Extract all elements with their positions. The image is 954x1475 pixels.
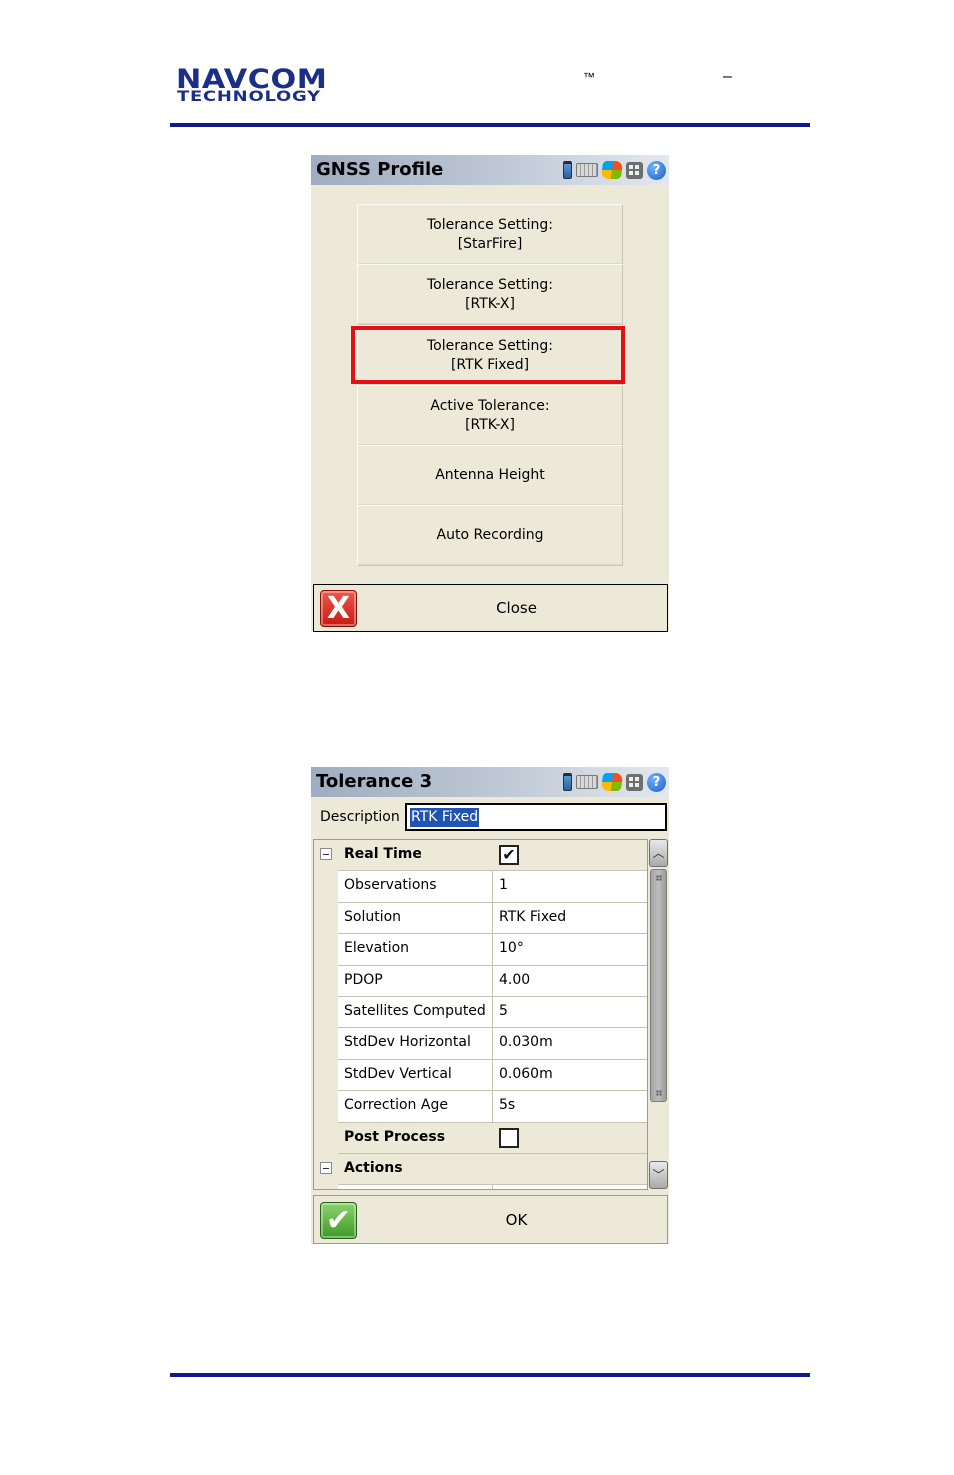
button-label: Antenna Height	[435, 467, 545, 483]
button-label-line2: [RTK-X]	[465, 416, 515, 433]
table-row[interactable]: StdDev Horizontal 0.030m	[338, 1028, 647, 1060]
column-divider	[492, 1028, 493, 1059]
keyboard-icon[interactable]	[576, 775, 598, 789]
keyboard-icon[interactable]	[576, 163, 598, 177]
group-label: Real Time	[344, 846, 422, 862]
collapse-actions-icon[interactable]	[320, 1162, 332, 1174]
group-real-time: Real Time ✔	[338, 840, 647, 872]
active-tolerance-button[interactable]: Active Tolerance: [RTK-X]	[357, 385, 623, 446]
title-bar: GNSS Profile ?	[311, 155, 669, 185]
column-divider	[492, 997, 493, 1028]
property-value[interactable]: 4.00	[499, 972, 530, 988]
help-icon[interactable]: ?	[647, 160, 666, 180]
property-grid: Real Time ✔ Observations 1 Solution RTK …	[313, 839, 648, 1190]
button-label-line2: [RTK-X]	[465, 295, 515, 312]
property-value[interactable]: 0.030m	[499, 1034, 553, 1050]
tolerance-setting-rtk-x-button[interactable]: Tolerance Setting: [RTK-X]	[357, 264, 623, 325]
collapse-real-time-icon[interactable]	[320, 848, 332, 860]
header-rule	[170, 123, 810, 127]
property-name: StdDev Horizontal	[344, 1034, 471, 1051]
grip-icon	[656, 1090, 662, 1096]
column-divider	[492, 965, 493, 996]
footer-rule	[170, 1373, 810, 1377]
column-divider	[492, 1091, 493, 1122]
window-title: GNSS Profile	[316, 159, 444, 180]
property-value[interactable]: 5s	[499, 1097, 515, 1113]
post-process-checkbox[interactable]	[499, 1127, 519, 1148]
ok-button[interactable]: ✔ OK	[313, 1195, 668, 1244]
property-value[interactable]: RTK Fixed	[499, 909, 566, 925]
property-value[interactable]: 5	[499, 1003, 508, 1019]
column-divider	[492, 1059, 493, 1091]
table-row[interactable]	[338, 1185, 647, 1189]
property-name: Solution	[344, 908, 402, 925]
tolerance-window: Tolerance 3 ? Description RTK Fixed Real…	[311, 767, 669, 1244]
property-value[interactable]: 10°	[499, 940, 524, 956]
scroll-up-icon[interactable]: ︿	[649, 839, 668, 867]
property-name: Observations	[344, 877, 437, 894]
button-label-line2: [StarFire]	[457, 235, 523, 252]
ok-label: OK	[505, 1211, 528, 1229]
button-label: Auto Recording	[436, 527, 544, 543]
property-name: Correction Age	[344, 1097, 448, 1114]
button-label-line1: Tolerance Setting:	[426, 216, 554, 233]
table-row[interactable]: Elevation 10°	[338, 934, 647, 966]
window-title: Tolerance 3	[316, 771, 433, 792]
windows-start-icon[interactable]	[600, 161, 624, 179]
close-label: Close	[496, 599, 537, 617]
gnss-profile-window: GNSS Profile ? Tolerance Setting: [StarF…	[311, 155, 669, 632]
vertical-scrollbar[interactable]: ︿ ﹀	[649, 839, 668, 1190]
system-tray: ?	[563, 160, 666, 180]
description-label: Description	[320, 809, 400, 825]
group-actions: Actions	[338, 1154, 647, 1186]
property-value[interactable]: 1	[499, 877, 508, 893]
property-name: PDOP	[344, 971, 383, 988]
auto-recording-button[interactable]: Auto Recording	[357, 505, 623, 566]
column-divider	[492, 902, 493, 934]
property-name: Satellites Computed	[344, 1003, 486, 1019]
system-tray: ?	[563, 772, 666, 792]
scroll-down-icon[interactable]: ﹀	[649, 1161, 668, 1189]
group-post-process: Post Process	[338, 1122, 647, 1154]
column-divider	[492, 1185, 493, 1189]
navcom-logo: NAVCOM TECHNOLOGY	[176, 66, 362, 105]
apps-icon[interactable]	[626, 161, 643, 179]
button-label-line1: Tolerance Setting:	[426, 276, 554, 293]
battery-icon[interactable]	[563, 773, 572, 791]
close-button[interactable]: X Close	[313, 584, 668, 632]
property-value[interactable]: 0.060m	[499, 1066, 553, 1082]
button-label-line1: Active Tolerance:	[430, 397, 550, 414]
windows-start-icon[interactable]	[600, 773, 624, 791]
apps-icon[interactable]	[626, 773, 643, 791]
table-row[interactable]: Correction Age 5s	[338, 1091, 647, 1123]
antenna-height-button[interactable]: Antenna Height	[357, 445, 623, 506]
logo-subtitle: TECHNOLOGY	[177, 89, 321, 105]
help-icon[interactable]: ?	[647, 772, 666, 792]
tolerance-setting-starfire-button[interactable]: Tolerance Setting: [StarFire]	[357, 204, 623, 265]
table-row[interactable]: Satellites Computed 5	[338, 997, 647, 1029]
column-divider	[492, 934, 493, 965]
group-label: Post Process	[344, 1128, 446, 1145]
trademark-symbol: ™	[583, 70, 595, 84]
highlight-box	[351, 326, 625, 384]
column-divider	[492, 871, 493, 902]
property-name: StdDev Vertical	[344, 1065, 452, 1082]
description-value: RTK Fixed	[410, 808, 480, 827]
table-row[interactable]: PDOP 4.00	[338, 965, 647, 997]
header-dash: –	[723, 68, 732, 85]
table-row[interactable]: Solution RTK Fixed	[338, 902, 647, 935]
grip-icon	[656, 875, 662, 881]
table-row[interactable]: Observations 1	[338, 871, 647, 903]
table-row[interactable]: StdDev Vertical 0.060m	[338, 1059, 647, 1092]
scroll-thumb[interactable]	[650, 869, 667, 1102]
grid-gutter	[314, 840, 338, 1189]
real-time-checkbox[interactable]: ✔	[499, 845, 519, 865]
title-bar: Tolerance 3 ?	[311, 767, 669, 797]
property-name: Elevation	[344, 940, 410, 957]
description-input[interactable]: RTK Fixed	[405, 803, 667, 831]
battery-icon[interactable]	[563, 161, 572, 179]
group-label: Actions	[344, 1160, 403, 1176]
